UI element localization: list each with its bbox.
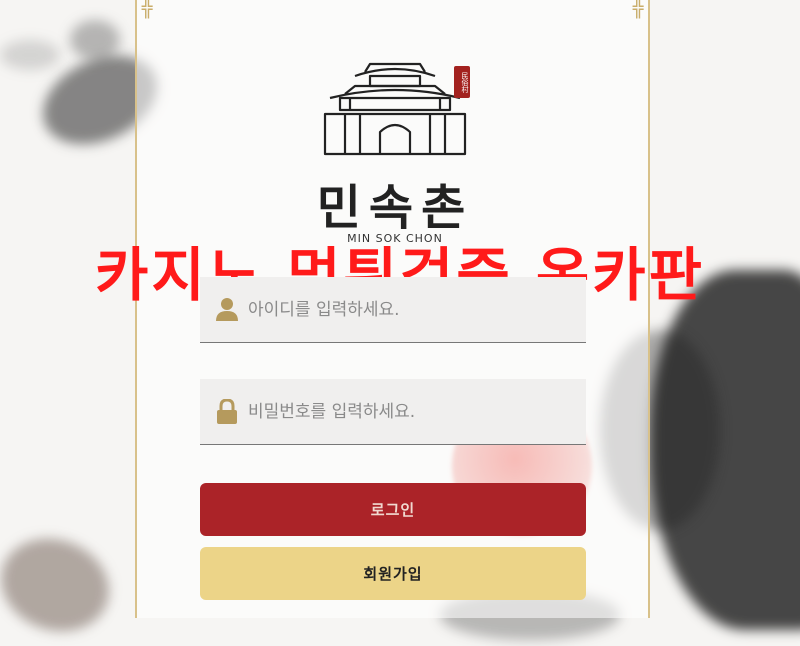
lock-icon	[217, 398, 237, 424]
password-field[interactable]	[200, 379, 586, 445]
password-input[interactable]	[246, 400, 570, 423]
login-button[interactable]: 로그인	[200, 483, 586, 536]
join-button[interactable]: 회원가입	[200, 547, 586, 600]
seal-stamp: 民俗村	[454, 66, 470, 98]
ink-wash-decoration	[70, 20, 120, 60]
ink-wash-decoration	[0, 40, 60, 70]
id-input[interactable]	[246, 298, 570, 321]
id-field[interactable]	[200, 277, 586, 343]
user-icon	[216, 297, 238, 321]
corner-ornament-icon: ╬	[632, 0, 644, 19]
corner-ornament-icon: ╬	[141, 0, 153, 19]
ink-bird-decoration	[0, 523, 123, 646]
